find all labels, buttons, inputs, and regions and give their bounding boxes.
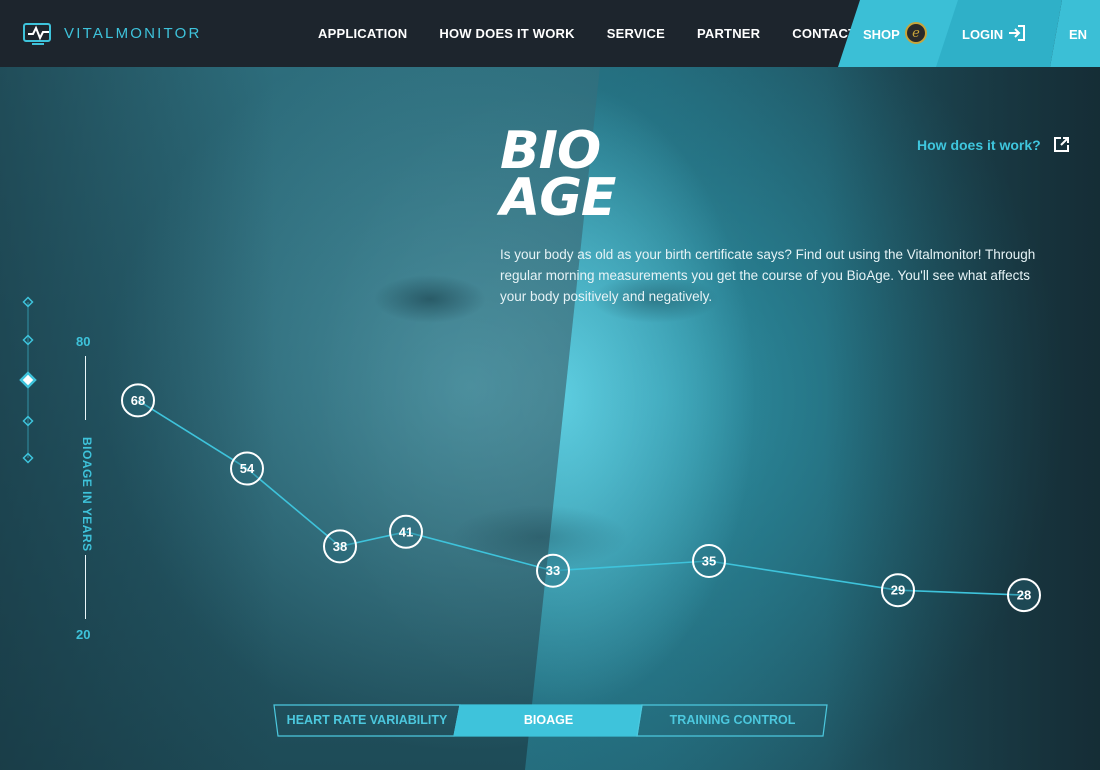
bioage-series-line [137,399,1025,596]
data-label-6: 35 [702,554,716,569]
data-label-2: 54 [240,461,255,476]
language-label: EN [1069,27,1088,42]
nav-contact[interactable]: CONTACT [792,26,856,41]
nav-how-does-it-work[interactable]: HOW DOES IT WORK [439,26,574,41]
brand-name: VITALMONITOR [64,24,202,42]
data-label-3: 38 [333,539,347,554]
nav-partner[interactable]: PARTNER [697,26,760,41]
login-button[interactable]: LOGIN [936,0,1062,67]
data-label-4: 41 [399,524,413,539]
data-label-8: 28 [1017,588,1031,603]
data-label-5: 33 [546,563,560,578]
nav-application[interactable]: APPLICATION [318,26,407,41]
data-label-7: 29 [891,583,905,598]
data-label-1: 68 [131,393,145,408]
tab-bioage[interactable]: BIOAGE [457,713,640,727]
brand-logo[interactable]: VITALMONITOR [22,20,202,46]
metric-tabs: HEART RATE VARIABILITY BIOAGE TRAINING C… [273,704,828,737]
shop-label: SHOP [863,27,900,42]
bioage-chart: 68 54 38 41 33 35 29 28 [121,383,1041,613]
login-arrow-icon [1009,25,1025,41]
main-nav: APPLICATION HOW DOES IT WORK SERVICE PAR… [302,0,872,67]
tab-heart-rate-variability[interactable]: HEART RATE VARIABILITY [273,713,461,727]
logo-icon [23,23,51,45]
nav-service[interactable]: SERVICE [607,26,665,41]
tab-training-control[interactable]: TRAINING CONTROL [640,713,825,727]
trusted-shops-badge-icon: e [905,22,927,44]
login-label: LOGIN [962,27,1004,42]
top-header: VITALMONITOR APPLICATION HOW DOES IT WOR… [0,0,1100,67]
